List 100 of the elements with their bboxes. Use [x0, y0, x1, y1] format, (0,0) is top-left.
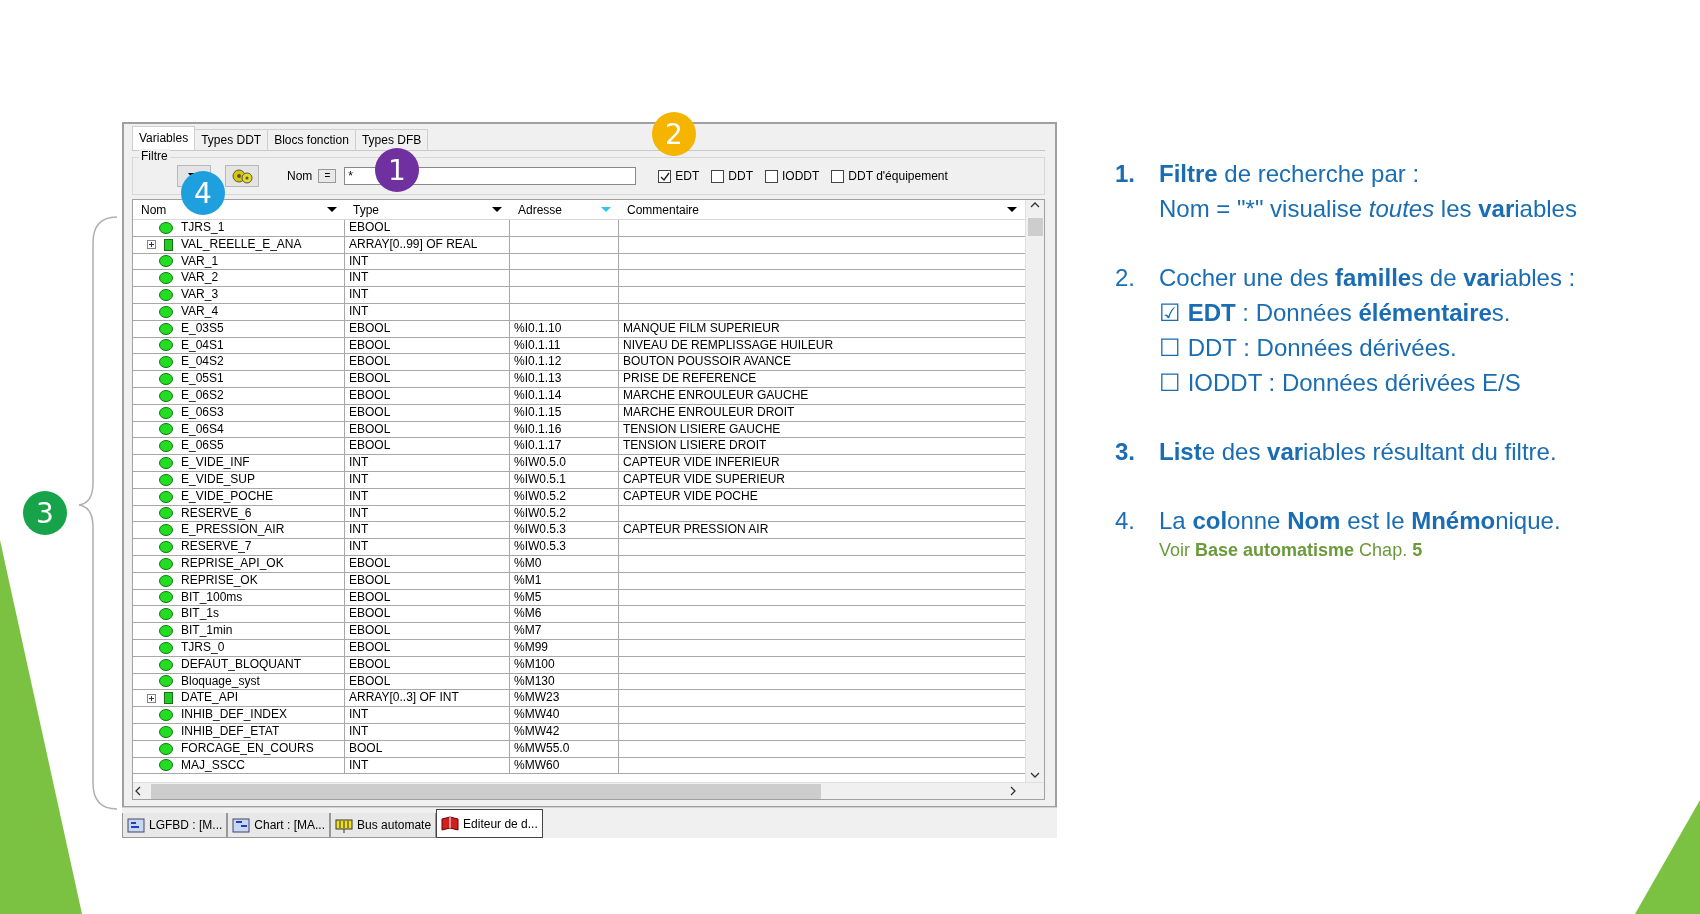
- table-cell: VAR_3: [133, 287, 345, 303]
- table-cell: REPRISE_API_OK: [133, 555, 345, 572]
- table-cell: INHIB_DEF_INDEX: [133, 707, 345, 723]
- table-cell: EBOOL: [345, 421, 510, 438]
- table-cell-text: BOUTON POUSSOIR AVANCE: [622, 354, 793, 371]
- field-label: Nom: [287, 169, 313, 183]
- table-cell: %M130: [510, 673, 619, 690]
- ball-icon: [159, 557, 173, 570]
- ball-icon: [159, 440, 173, 453]
- ball-icon: [159, 641, 173, 654]
- table-cell: INT: [345, 304, 510, 320]
- vertical-scrollbar[interactable]: [1025, 200, 1044, 782]
- table-cell: E_06S4: [133, 421, 345, 438]
- table-cell-text: MARCHE ENROULEUR DROIT: [622, 404, 796, 421]
- refresh-button[interactable]: [225, 165, 259, 187]
- table-cell: E_05S1: [133, 371, 345, 387]
- ball-icon: [159, 490, 173, 503]
- table-cell: EBOOL: [345, 387, 510, 404]
- table-cell: DATE_API: [133, 690, 345, 707]
- tab[interactable]: Types DDT: [194, 129, 269, 150]
- table-cell-text: CAPTEUR PRESSION AIR: [622, 522, 770, 539]
- ball-icon: [159, 255, 173, 268]
- table-cell: Bloquage_syst: [133, 673, 345, 690]
- table-cell: %IW0.5.0: [510, 455, 619, 471]
- scroll-up-icon: [1029, 200, 1041, 210]
- ball-icon: [159, 608, 173, 621]
- note-text: Liste des variables résultant du filtre.: [1159, 437, 1557, 467]
- tab[interactable]: Types DFB: [354, 129, 429, 150]
- ball-icon: [159, 221, 173, 234]
- table-cell: %IW0.5.2: [510, 505, 619, 522]
- table-cell: %IW0.5.3: [510, 522, 619, 539]
- family-checkbox[interactable]: DDT: [711, 169, 753, 183]
- table-cell: %M7: [510, 623, 619, 639]
- table-cell: VAL_REELLE_E_ANA: [133, 236, 345, 253]
- taskbar-tab[interactable]: LGFBD : [M...: [122, 813, 228, 838]
- column-header[interactable]: Adresse: [510, 200, 619, 219]
- table-cell: E_VIDE_SUP: [133, 471, 345, 488]
- table-cell-text: CAPTEUR VIDE SUPERIEUR: [622, 471, 787, 488]
- table-cell: INT: [345, 723, 510, 740]
- table-cell: EBOOL: [345, 438, 510, 455]
- ball-icon: [159, 591, 173, 604]
- table-cell: INT: [345, 539, 510, 555]
- table-cell: E_03S5: [133, 320, 345, 337]
- taskbar-tab[interactable]: Bus automate: [330, 813, 437, 838]
- taskbar-tab[interactable]: Editeur de d...: [436, 809, 543, 838]
- scroll-thumb[interactable]: [151, 783, 821, 799]
- table-cell-text: TENSION LISIERE DROIT: [622, 438, 768, 455]
- horizontal-scrollbar[interactable]: [133, 782, 1044, 799]
- table-cell: %MW23: [510, 690, 619, 707]
- table-cell: E_04S2: [133, 354, 345, 371]
- taskbar-tab[interactable]: Chart : [MA...: [227, 813, 331, 838]
- table-cell: %M6: [510, 606, 619, 623]
- note-text: Cocher une des familles de variables :: [1159, 263, 1576, 293]
- block-icon: [164, 238, 173, 251]
- ball-icon: [159, 373, 173, 386]
- column-header[interactable]: Commentaire: [619, 200, 1025, 219]
- table-cell: INT: [345, 707, 510, 723]
- table-cell: INT: [345, 455, 510, 471]
- table-cell: %I0.1.16: [510, 421, 619, 438]
- callout-badge: 3: [23, 491, 67, 535]
- book-icon: [441, 815, 460, 832]
- operator-button[interactable]: =: [318, 169, 337, 183]
- note-text: Filtre de recherche par :: [1159, 159, 1421, 189]
- table-cell: E_VIDE_INF: [133, 455, 345, 471]
- table-cell: %MW55.0: [510, 740, 619, 757]
- diagram-icon: [127, 816, 145, 834]
- list-number: 3.: [1115, 437, 1136, 467]
- table-cell-text: CAPTEUR VIDE INFERIEUR: [622, 455, 781, 471]
- note-text: ☐ DDT : Données dérivées.: [1159, 333, 1458, 363]
- table-cell: VAR_4: [133, 304, 345, 320]
- table-cell: EBOOL: [345, 220, 510, 236]
- table-cell: BIT_1s: [133, 606, 345, 623]
- table-cell: REPRISE_OK: [133, 572, 345, 589]
- table-cell: E_06S3: [133, 404, 345, 421]
- table-cell: EBOOL: [345, 354, 510, 371]
- column-header[interactable]: Type: [345, 200, 510, 219]
- ball-icon: [159, 524, 173, 537]
- family-checkbox[interactable]: DDT d'équipement: [831, 169, 948, 183]
- block-icon: [164, 692, 173, 705]
- table-cell: %I0.1.10: [510, 320, 619, 337]
- expand-icon: [147, 240, 156, 250]
- note-text: Nom = "*" visualise toutes les variables: [1159, 194, 1577, 224]
- family-checkbox[interactable]: IODDT: [765, 169, 820, 183]
- note-text: La colonne Nom est le Mnémonique.: [1159, 506, 1561, 536]
- table-cell: %M99: [510, 639, 619, 656]
- ball-icon: [159, 759, 173, 772]
- table-cell: E_VIDE_POCHE: [133, 488, 345, 505]
- family-checkbox[interactable]: EDT: [658, 169, 700, 183]
- table-cell: BIT_1min: [133, 623, 345, 639]
- table-cell: INT: [345, 505, 510, 522]
- table-cell: %MW60: [510, 757, 619, 774]
- tab[interactable]: Variables: [132, 126, 196, 150]
- table-cell: MAJ_SSCC: [133, 757, 345, 774]
- table-cell: BIT_100ms: [133, 589, 345, 606]
- ball-icon: [159, 356, 173, 369]
- chart-icon: [232, 816, 251, 834]
- scroll-thumb[interactable]: [1027, 218, 1043, 236]
- table-cell: INT: [345, 757, 510, 774]
- ball-icon: [159, 389, 173, 402]
- table-cell-text: PRISE DE REFERENCE: [622, 371, 758, 387]
